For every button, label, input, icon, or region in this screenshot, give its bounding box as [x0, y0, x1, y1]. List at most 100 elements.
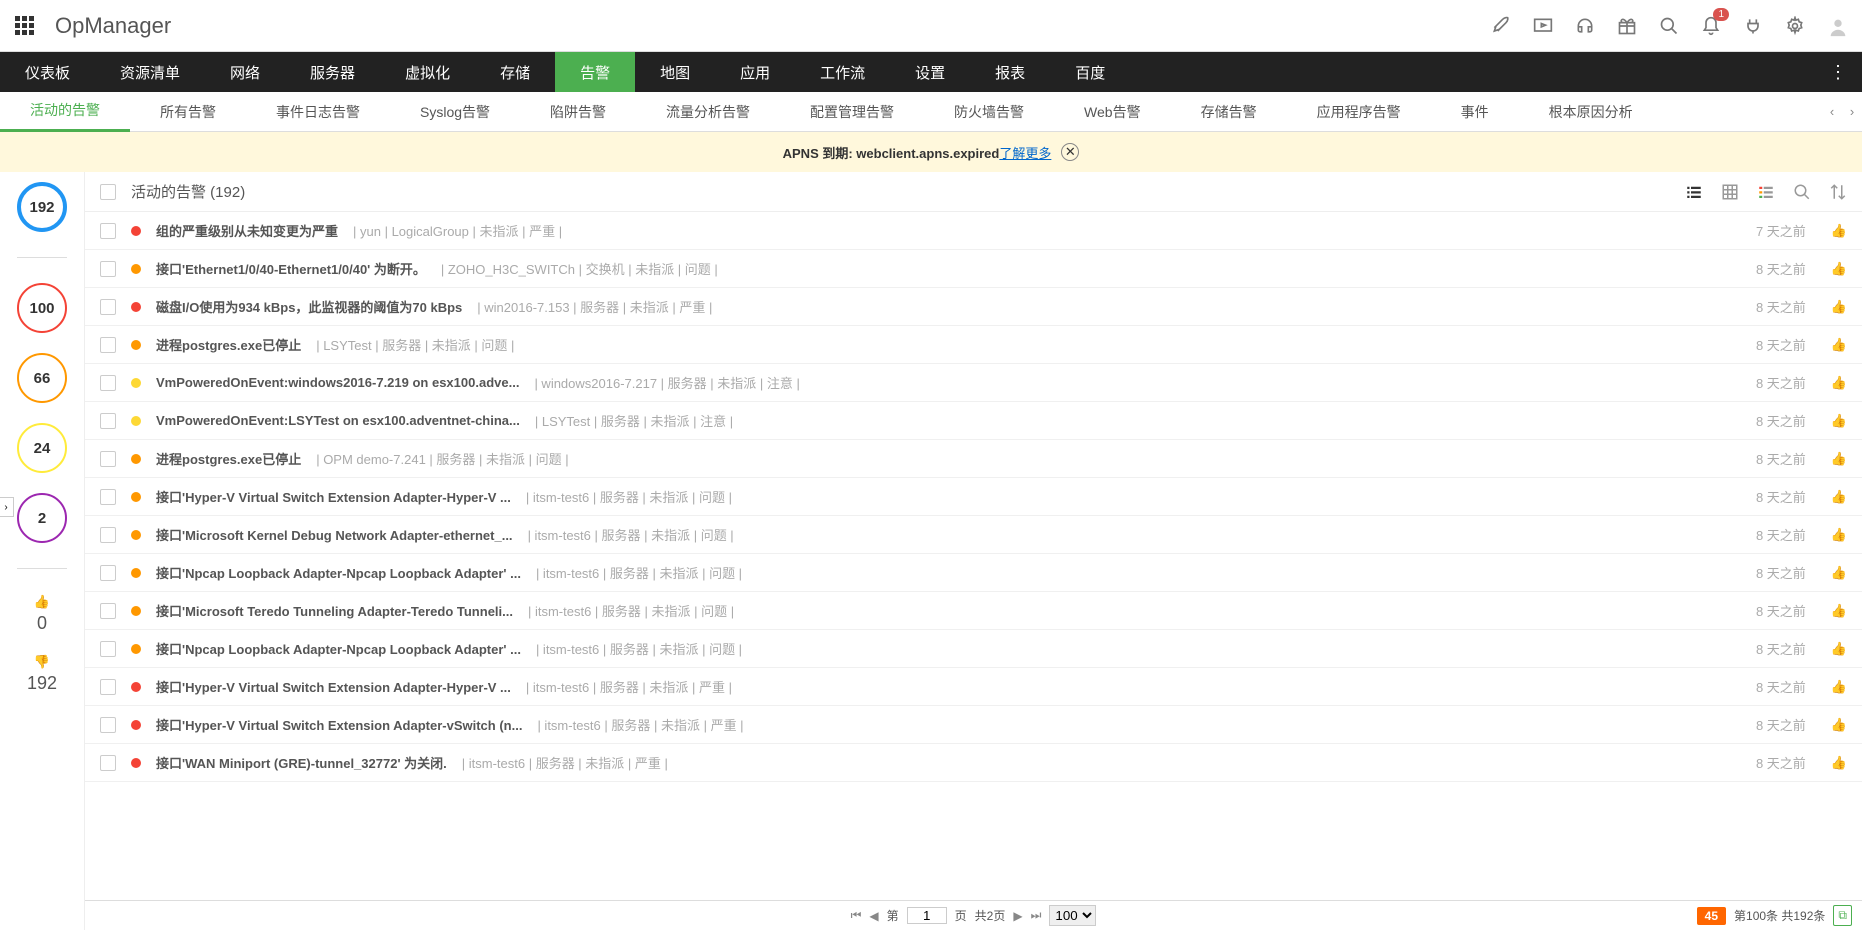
sub-nav-item[interactable]: Syslog告警: [390, 92, 520, 132]
nav-item[interactable]: 仪表板: [0, 52, 95, 92]
nav-item[interactable]: 应用: [715, 52, 795, 92]
alarm-row[interactable]: 接口'Hyper-V Virtual Switch Extension Adap…: [85, 668, 1862, 706]
row-checkbox[interactable]: [100, 261, 116, 277]
nav-item[interactable]: 网络: [205, 52, 285, 92]
nav-item[interactable]: 服务器: [285, 52, 380, 92]
thumbs-up-icon[interactable]: 👍: [1831, 527, 1847, 543]
nav-item[interactable]: 设置: [890, 52, 970, 92]
pager-last-icon[interactable]: ⏭: [1031, 908, 1042, 923]
nav-item[interactable]: 工作流: [795, 52, 890, 92]
alarm-row[interactable]: 接口'Npcap Loopback Adapter-Npcap Loopback…: [85, 630, 1862, 668]
row-checkbox[interactable]: [100, 717, 116, 733]
stat-total[interactable]: 192: [17, 182, 67, 232]
alarm-list[interactable]: 组的严重级别从未知变更为严重 | yun | LogicalGroup | 未指…: [85, 212, 1862, 900]
sub-nav-item[interactable]: 根本原因分析: [1519, 92, 1663, 132]
nav-item[interactable]: 存储: [475, 52, 555, 92]
sort-icon[interactable]: [1829, 183, 1847, 201]
alarm-row[interactable]: 接口'Npcap Loopback Adapter-Npcap Loopback…: [85, 554, 1862, 592]
row-checkbox[interactable]: [100, 679, 116, 695]
stat-minor[interactable]: 24: [17, 423, 67, 473]
pager-window-icon[interactable]: ⧉: [1833, 905, 1852, 926]
notice-link[interactable]: 了解更多: [999, 146, 1051, 161]
thumbs-up-icon[interactable]: 👍: [1831, 413, 1847, 429]
row-checkbox[interactable]: [100, 223, 116, 239]
thumbs-up-icon[interactable]: 👍: [1831, 717, 1847, 733]
nav-item[interactable]: 资源清单: [95, 52, 205, 92]
row-checkbox[interactable]: [100, 755, 116, 771]
alarm-row[interactable]: 接口'Ethernet1/0/40-Ethernet1/0/40' 为断开。 |…: [85, 250, 1862, 288]
thumbs-up-icon[interactable]: 👍: [1831, 223, 1847, 239]
thumbs-up-icon[interactable]: 👍: [1831, 755, 1847, 771]
row-checkbox[interactable]: [100, 527, 116, 543]
pager-first-icon[interactable]: ⏮: [851, 908, 862, 923]
pager-next-icon[interactable]: ▶: [1013, 909, 1022, 923]
alarm-row[interactable]: 接口'Microsoft Teredo Tunneling Adapter-Te…: [85, 592, 1862, 630]
nav-more-icon[interactable]: ⋮: [1814, 62, 1862, 83]
alarm-row[interactable]: VmPoweredOnEvent:LSYTest on esx100.adven…: [85, 402, 1862, 440]
sub-nav-right-icon[interactable]: ›: [1842, 104, 1862, 119]
view-list-icon[interactable]: [1685, 183, 1703, 201]
monitor-icon[interactable]: [1533, 16, 1553, 36]
rocket-icon[interactable]: [1491, 16, 1511, 36]
stat-critical[interactable]: 100: [17, 283, 67, 333]
sub-nav-item[interactable]: 陷阱告警: [520, 92, 636, 132]
row-checkbox[interactable]: [100, 299, 116, 315]
thumbs-up-icon[interactable]: 👍: [1831, 337, 1847, 353]
thumbs-up-icon[interactable]: 👍: [1831, 451, 1847, 467]
sub-nav-item[interactable]: 事件日志告警: [246, 92, 390, 132]
thumbs-up-icon[interactable]: 👍: [1831, 641, 1847, 657]
sub-nav-item[interactable]: 活动的告警: [0, 92, 130, 132]
sub-nav-item[interactable]: 存储告警: [1171, 92, 1287, 132]
alarm-row[interactable]: 进程postgres.exe已停止 | LSYTest | 服务器 | 未指派 …: [85, 326, 1862, 364]
nav-item[interactable]: 告警: [555, 52, 635, 92]
sub-nav-item[interactable]: 所有告警: [130, 92, 246, 132]
list-search-icon[interactable]: [1793, 183, 1811, 201]
alarm-row[interactable]: 接口'Hyper-V Virtual Switch Extension Adap…: [85, 478, 1862, 516]
stat-info[interactable]: 2: [17, 493, 67, 543]
headset-icon[interactable]: [1575, 16, 1595, 36]
page-size-select[interactable]: 100: [1049, 905, 1096, 926]
alarm-row[interactable]: VmPoweredOnEvent:windows2016-7.219 on es…: [85, 364, 1862, 402]
alarm-row[interactable]: 接口'Microsoft Kernel Debug Network Adapte…: [85, 516, 1862, 554]
search-icon[interactable]: [1659, 16, 1679, 36]
nav-item[interactable]: 虚拟化: [380, 52, 475, 92]
alarm-row[interactable]: 接口'Hyper-V Virtual Switch Extension Adap…: [85, 706, 1862, 744]
nav-item[interactable]: 报表: [970, 52, 1050, 92]
row-checkbox[interactable]: [100, 603, 116, 619]
nav-item[interactable]: 百度: [1050, 52, 1130, 92]
row-checkbox[interactable]: [100, 451, 116, 467]
thumbs-up-icon[interactable]: 👍: [1831, 565, 1847, 581]
close-notice-icon[interactable]: ✕: [1061, 143, 1079, 161]
row-checkbox[interactable]: [100, 489, 116, 505]
row-checkbox[interactable]: [100, 565, 116, 581]
row-checkbox[interactable]: [100, 375, 116, 391]
select-all-checkbox[interactable]: [100, 184, 116, 200]
stat-thumbs-down[interactable]: 👎 192: [27, 654, 57, 694]
alarm-row[interactable]: 磁盘I/O使用为934 kBps，此监视器的阈值为70 kBps | win20…: [85, 288, 1862, 326]
thumbs-up-icon[interactable]: 👍: [1831, 375, 1847, 391]
thumbs-up-icon[interactable]: 👍: [1831, 489, 1847, 505]
alarm-row[interactable]: 组的严重级别从未知变更为严重 | yun | LogicalGroup | 未指…: [85, 212, 1862, 250]
sub-nav-item[interactable]: 防火墙告警: [924, 92, 1054, 132]
row-checkbox[interactable]: [100, 641, 116, 657]
sub-nav-item[interactable]: 配置管理告警: [780, 92, 924, 132]
row-checkbox[interactable]: [100, 413, 116, 429]
apps-grid-icon[interactable]: [15, 16, 35, 36]
plug-icon[interactable]: [1743, 16, 1763, 36]
sub-nav-item[interactable]: Web告警: [1054, 92, 1171, 132]
row-checkbox[interactable]: [100, 337, 116, 353]
pager-pill[interactable]: 45: [1697, 907, 1726, 925]
pager-prev-icon[interactable]: ◀: [869, 909, 878, 923]
bell-icon[interactable]: 1: [1701, 16, 1721, 36]
thumbs-up-icon[interactable]: 👍: [1831, 299, 1847, 315]
view-colored-list-icon[interactable]: [1757, 183, 1775, 201]
stat-thumbs-up[interactable]: 👍 0: [34, 594, 50, 634]
stat-major[interactable]: 66: [17, 353, 67, 403]
gift-icon[interactable]: [1617, 16, 1637, 36]
thumbs-up-icon[interactable]: 👍: [1831, 679, 1847, 695]
sub-nav-item[interactable]: 流量分析告警: [636, 92, 780, 132]
page-input[interactable]: [907, 907, 947, 924]
alarm-row[interactable]: 进程postgres.exe已停止 | OPM demo-7.241 | 服务器…: [85, 440, 1862, 478]
panel-expand-icon[interactable]: ›: [0, 497, 14, 517]
thumbs-up-icon[interactable]: 👍: [1831, 603, 1847, 619]
